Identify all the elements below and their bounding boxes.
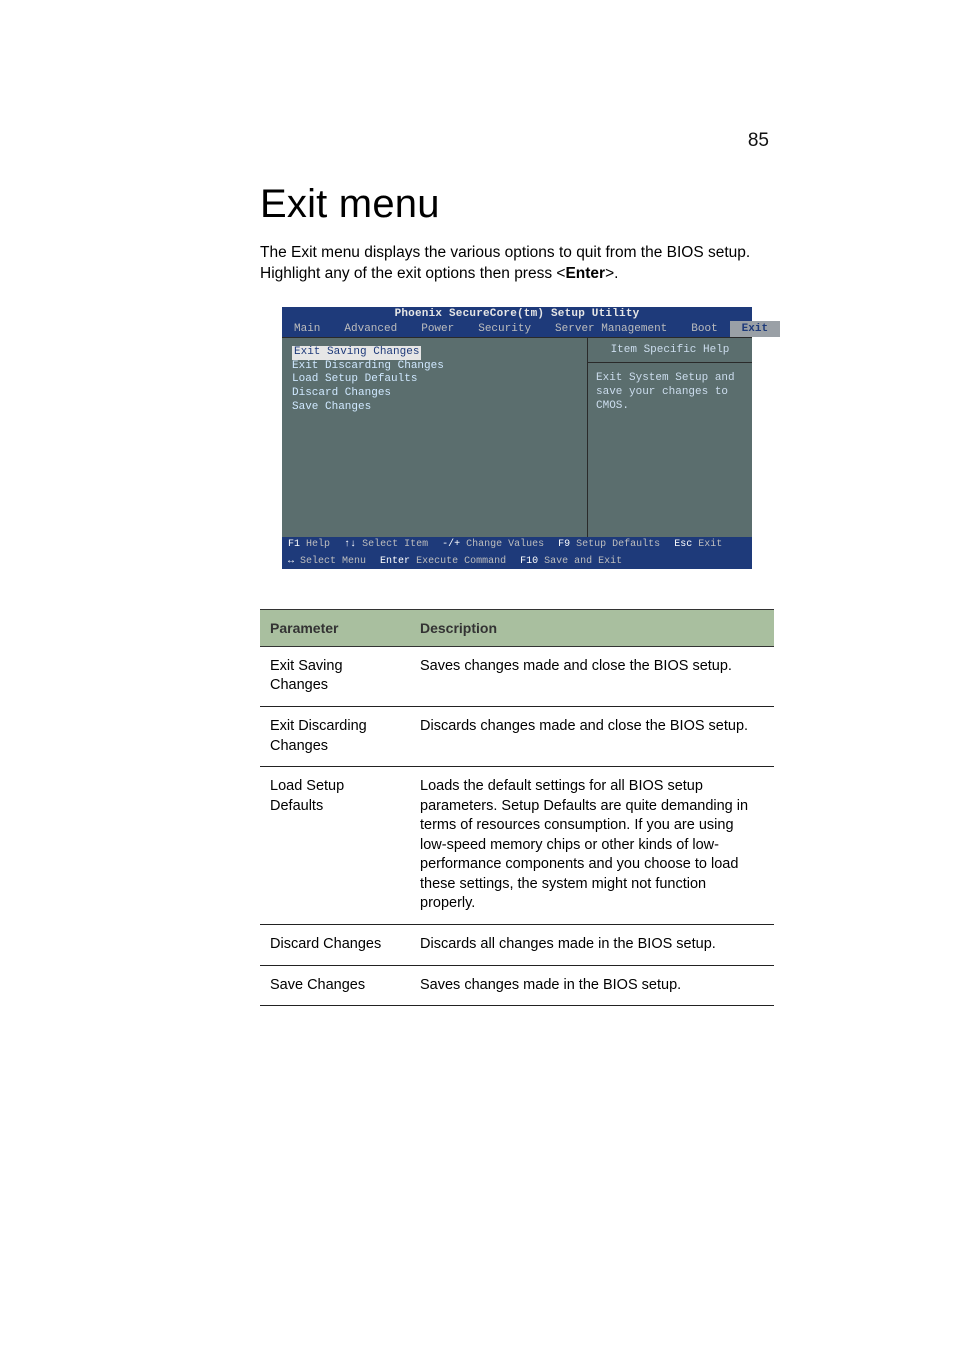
cell-desc: Discards changes made and close the BIOS… [410, 706, 774, 766]
cell-desc: Loads the default settings for all BIOS … [410, 767, 774, 925]
bios-left-pane: Exit Saving Changes Exit Discarding Chan… [282, 338, 587, 537]
bios-footer: F1 Help ↑↓ Select Item -/+ Change Values… [282, 537, 752, 569]
bios-help-title: Item Specific Help [588, 338, 752, 363]
table-row: Discard Changes Discards all changes mad… [260, 925, 774, 966]
bios-key-select-menu: ↔ Select Menu [288, 556, 366, 567]
cell-param: Exit Saving Changes [260, 646, 410, 706]
bios-help-body: Exit System Setup and save your changes … [588, 363, 752, 422]
cell-param: Discard Changes [260, 925, 410, 966]
cell-param: Save Changes [260, 965, 410, 1006]
th-description: Description [410, 609, 774, 646]
bios-item-discard-changes: Discard Changes [292, 387, 577, 401]
th-parameter: Parameter [260, 609, 410, 646]
page-number: 85 [0, 0, 954, 152]
bios-key-execute: Enter Execute Command [380, 556, 506, 567]
bios-body: Exit Saving Changes Exit Discarding Chan… [282, 337, 752, 537]
bios-tab-bar: Main Advanced Power Security Server Mana… [282, 321, 752, 337]
bios-item-exit-discarding: Exit Discarding Changes [292, 360, 577, 374]
bios-key-help: F1 Help [288, 539, 330, 550]
cell-desc: Discards all changes made in the BIOS se… [410, 925, 774, 966]
bios-right-pane: Item Specific Help Exit System Setup and… [587, 338, 752, 537]
page-title: Exit menu [260, 182, 774, 227]
table-row: Save Changes Saves changes made in the B… [260, 965, 774, 1006]
table-row: Exit Discarding Changes Discards changes… [260, 706, 774, 766]
bios-item-load-defaults: Load Setup Defaults [292, 373, 577, 387]
bios-tab-exit: Exit [730, 321, 780, 337]
bios-key-select-item: ↑↓ Select Item [344, 539, 428, 550]
bios-key-save-exit: F10 Save and Exit [520, 556, 622, 567]
cell-param: Load Setup Defaults [260, 767, 410, 925]
bios-tab-server-mgmt: Server Management [543, 321, 679, 337]
bios-title-bar: Phoenix SecureCore(tm) Setup Utility [282, 307, 752, 321]
bios-key-exit: Esc Exit [674, 539, 722, 550]
bios-tab-security: Security [466, 321, 543, 337]
bios-tab-boot: Boot [679, 321, 729, 337]
bios-key-setup-defaults: F9 Setup Defaults [558, 539, 660, 550]
table-row: Load Setup Defaults Loads the default se… [260, 767, 774, 925]
bios-key-change-values: -/+ Change Values [442, 539, 544, 550]
cell-desc: Saves changes made and close the BIOS se… [410, 646, 774, 706]
bios-tab-power: Power [409, 321, 466, 337]
intro-text: The Exit menu displays the various optio… [260, 243, 774, 285]
bios-screenshot: Phoenix SecureCore(tm) Setup Utility Mai… [282, 307, 752, 569]
bios-tab-main: Main [282, 321, 332, 337]
bios-item-exit-saving: Exit Saving Changes [292, 346, 421, 360]
bios-tab-advanced: Advanced [332, 321, 409, 337]
table-row: Exit Saving Changes Saves changes made a… [260, 646, 774, 706]
cell-param: Exit Discarding Changes [260, 706, 410, 766]
cell-desc: Saves changes made in the BIOS setup. [410, 965, 774, 1006]
parameter-table: Parameter Description Exit Saving Change… [260, 609, 774, 1006]
bios-item-save-changes: Save Changes [292, 401, 577, 415]
